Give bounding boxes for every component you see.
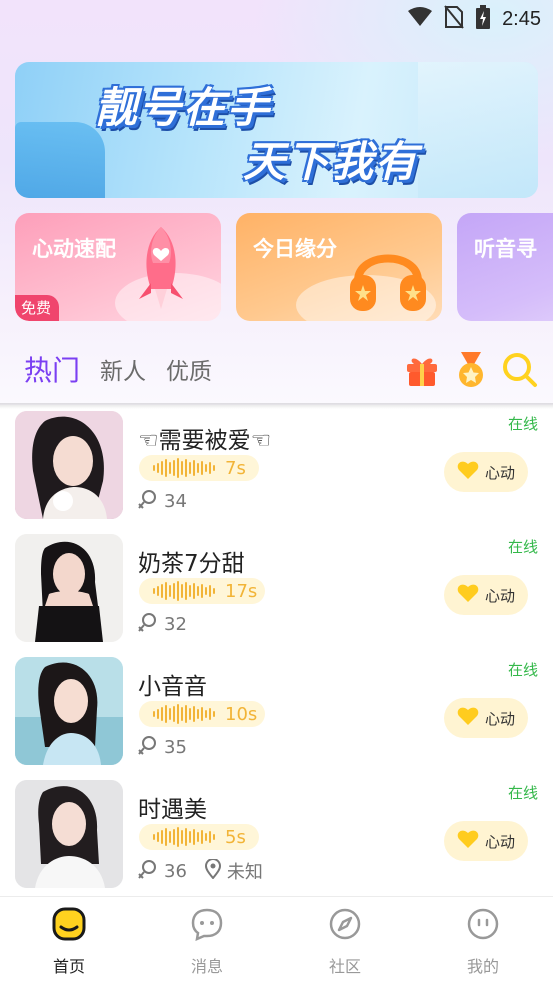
- heartbeat-button[interactable]: 心动: [444, 575, 528, 615]
- free-badge: 免费: [15, 295, 60, 321]
- user-meta: 34: [138, 489, 187, 514]
- heartbeat-label: 心动: [484, 463, 515, 482]
- voice-duration: 7s: [225, 457, 246, 479]
- fans-icon: [138, 735, 158, 760]
- avatar[interactable]: [15, 411, 123, 519]
- tab-quality[interactable]: 优质: [166, 352, 212, 386]
- rocket-icon: [131, 223, 191, 313]
- status-time: 2:45: [502, 7, 541, 30]
- list-top-shadow: [0, 403, 553, 409]
- nav-community[interactable]: 社区: [305, 907, 385, 977]
- feature-cards: 心动速配 免费 今日缘分 听音寻: [15, 213, 553, 321]
- online-status: 在线: [507, 661, 538, 679]
- home-face-icon: [52, 907, 86, 941]
- voice-intro-button[interactable]: 5s: [139, 824, 259, 850]
- avatar[interactable]: [15, 657, 123, 765]
- fans-count: 32: [164, 614, 187, 635]
- tab-new[interactable]: 新人: [100, 352, 146, 386]
- bottom-navigation: 首页 消息 社区 我的: [0, 896, 553, 983]
- voice-duration: 10s: [225, 703, 258, 725]
- heartbeat-button[interactable]: 心动: [444, 452, 528, 492]
- voice-intro-button[interactable]: 7s: [139, 455, 259, 481]
- list-item[interactable]: 时遇美 5s 36 未知 在线 心动: [0, 774, 553, 895]
- list-item[interactable]: 小音音 10s 35 在线 心动: [0, 651, 553, 774]
- nav-home[interactable]: 首页: [29, 907, 109, 977]
- heart-icon: [457, 583, 479, 607]
- message-icon: [190, 907, 224, 942]
- voice-duration: 17s: [225, 580, 258, 602]
- nav-label: 首页: [52, 957, 85, 976]
- user-meta: 35: [138, 735, 187, 760]
- banner-sky-decoration: [418, 62, 538, 198]
- voice-wave-icon: [153, 581, 215, 601]
- nav-label: 我的: [466, 957, 499, 976]
- user-nickname: 时遇美: [138, 797, 207, 823]
- heartbeat-label: 心动: [484, 709, 515, 728]
- online-status: 在线: [507, 538, 538, 556]
- battery-charging-icon: [476, 5, 491, 33]
- profile-face-icon: [466, 907, 500, 941]
- nav-profile[interactable]: 我的: [443, 907, 523, 977]
- location-pin-icon: [204, 857, 221, 884]
- headphones-icon: [348, 233, 428, 313]
- voice-intro-button[interactable]: 17s: [139, 578, 266, 604]
- heart-icon: [457, 829, 479, 853]
- compass-icon: [328, 907, 362, 941]
- voice-wave-icon: [153, 458, 215, 478]
- medal-icon[interactable]: [453, 352, 489, 388]
- heartbeat-button[interactable]: 心动: [444, 821, 528, 861]
- nav-label: 社区: [328, 957, 361, 976]
- voice-wave-icon: [153, 827, 215, 847]
- promo-banner[interactable]: 靓号在手 天下我有: [15, 62, 538, 198]
- heart-icon: [457, 460, 479, 484]
- list-item[interactable]: 奶茶7分甜 17s 32 在线 心动: [0, 528, 553, 651]
- user-meta: 36 未知: [138, 857, 263, 884]
- user-nickname: 小音音: [138, 674, 207, 700]
- banner-headline-2: 天下我有: [243, 137, 420, 186]
- wifi-icon: [408, 7, 433, 31]
- voice-intro-button[interactable]: 10s: [139, 701, 266, 727]
- voice-wave-icon: [153, 704, 215, 724]
- user-nickname: ☜需要被爱☜: [138, 428, 272, 454]
- nav-messages[interactable]: 消息: [167, 907, 247, 977]
- location: 未知: [204, 857, 263, 884]
- heartbeat-label: 心动: [484, 586, 515, 605]
- status-bar: 2:45: [0, 0, 553, 38]
- online-status: 在线: [507, 415, 538, 433]
- avatar[interactable]: [15, 534, 123, 642]
- banner-headline-1: 靓号在手: [95, 83, 272, 132]
- no-sim-icon: [444, 5, 464, 33]
- user-nickname: 奶茶7分甜: [138, 551, 245, 577]
- feature-card-voice-search[interactable]: 听音寻: [457, 213, 553, 321]
- fans-icon: [138, 489, 158, 514]
- fans-icon: [138, 612, 158, 637]
- feature-title: 今日缘分: [253, 237, 337, 261]
- heartbeat-button[interactable]: 心动: [444, 698, 528, 738]
- feature-title: 听音寻: [474, 237, 537, 261]
- banner-building-decoration: [15, 122, 105, 198]
- feature-card-quick-match[interactable]: 心动速配 免费: [15, 213, 221, 321]
- fans-count: 36: [164, 860, 187, 882]
- user-meta: 32: [138, 612, 187, 637]
- user-list: ☜需要被爱☜ 7s 34 在线 心动 奶茶7分甜 17s 32 在线 心动 小音…: [0, 405, 553, 895]
- nav-label: 消息: [190, 957, 223, 976]
- tab-hot[interactable]: 热门: [24, 349, 80, 389]
- list-item[interactable]: ☜需要被爱☜ 7s 34 在线 心动: [0, 405, 553, 528]
- voice-duration: 5s: [225, 826, 246, 848]
- heartbeat-label: 心动: [484, 832, 515, 851]
- fans-count: 35: [164, 737, 187, 758]
- search-icon[interactable]: [502, 352, 538, 388]
- gift-icon[interactable]: [404, 352, 440, 388]
- heart-icon: [457, 706, 479, 730]
- fans-count: 34: [164, 491, 187, 512]
- feature-title: 心动速配: [32, 237, 116, 261]
- fans-icon: [138, 859, 158, 884]
- location-text: 未知: [226, 862, 263, 883]
- category-tabs: 热门 新人 优质: [0, 338, 553, 404]
- feature-card-today-fate[interactable]: 今日缘分: [236, 213, 442, 321]
- avatar[interactable]: [15, 780, 123, 888]
- online-status: 在线: [507, 784, 538, 802]
